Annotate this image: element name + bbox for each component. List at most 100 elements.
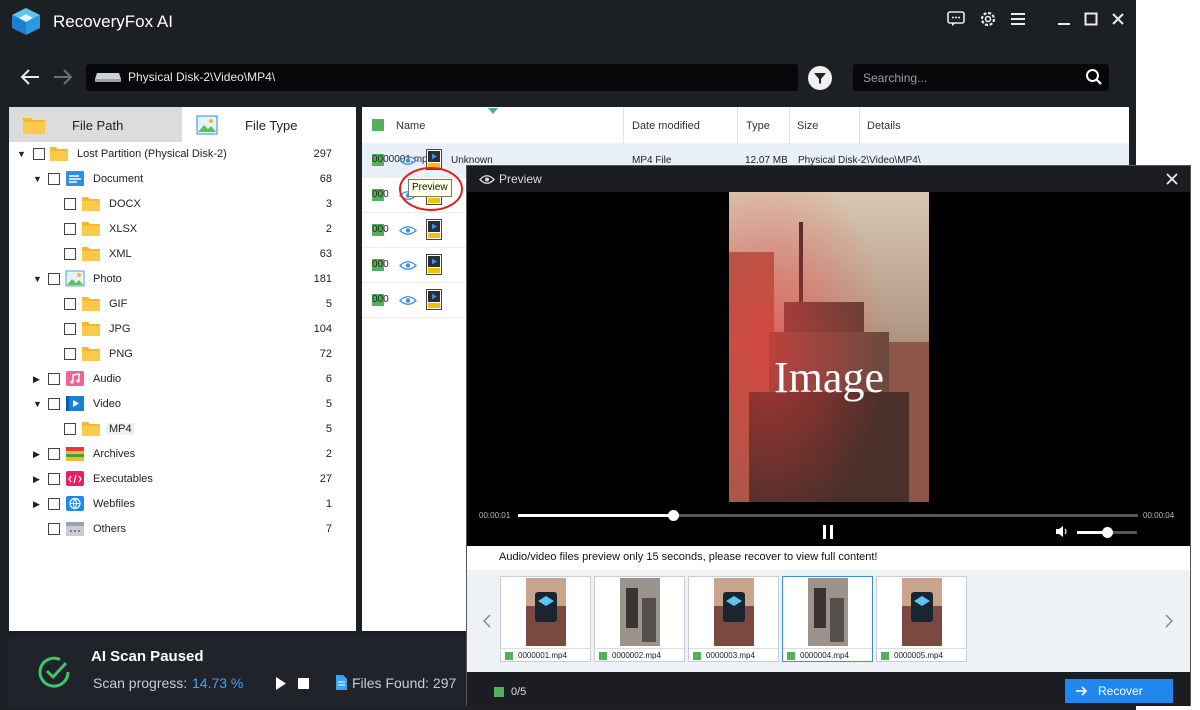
tree-item-checkbox[interactable]	[48, 398, 60, 410]
forward-arrow-icon[interactable]	[52, 67, 74, 87]
path-bar[interactable]: Physical Disk-2\Video\MP4\	[86, 64, 798, 91]
volume-icon[interactable]	[1055, 525, 1069, 538]
expand-arrow-icon[interactable]: ▶	[33, 499, 40, 509]
video-progress-track[interactable]	[518, 510, 1138, 521]
select-all-checkbox[interactable]	[494, 687, 504, 697]
files-found-icon	[336, 675, 347, 690]
tab-file-type[interactable]: File Type	[182, 107, 356, 142]
tree-item-checkbox[interactable]	[48, 373, 60, 385]
tree-item[interactable]: ▶ Executables 27	[9, 467, 356, 492]
chevron-left-icon[interactable]	[483, 614, 491, 628]
back-arrow-icon[interactable]	[19, 67, 41, 87]
tree-item[interactable]: ▼ Video 5	[9, 392, 356, 417]
selected-count: 0/5	[511, 686, 527, 698]
select-all-checkbox[interactable]	[372, 119, 384, 131]
video-frame[interactable]: Image	[729, 192, 929, 502]
preview-eye-icon[interactable]	[399, 295, 417, 306]
close-preview-icon[interactable]	[1166, 173, 1178, 185]
preview-eye-icon[interactable]	[399, 155, 417, 166]
tree-item-checkbox[interactable]	[48, 273, 60, 285]
collapse-arrow-icon[interactable]: ▼	[33, 174, 42, 184]
maximize-icon[interactable]	[1079, 8, 1103, 30]
settings-icon[interactable]	[976, 8, 1000, 30]
tree-item-label: MP4	[106, 423, 135, 435]
video-thumbnail[interactable]: 0000005.mp4	[876, 576, 967, 662]
video-progress-handle[interactable]	[668, 510, 679, 521]
search-box[interactable]	[853, 64, 1109, 91]
close-icon[interactable]	[1106, 8, 1130, 30]
tree-item-count: 5	[325, 298, 332, 310]
tree-item[interactable]: ▼ Lost Partition (Physical Disk-2) 297	[9, 142, 356, 167]
video-thumbnail[interactable]: 0000004.mp4	[782, 576, 873, 662]
tree-item-checkbox[interactable]	[64, 323, 76, 335]
video-thumbnail[interactable]: 0000003.mp4	[688, 576, 779, 662]
tree-item[interactable]: ▶ Archives 2	[9, 442, 356, 467]
tree-item[interactable]: MP4 5	[9, 417, 356, 442]
thumbnail-checkbox[interactable]	[693, 652, 701, 660]
file-row-checkbox[interactable]: 0000001.mp4	[372, 154, 433, 166]
preview-eye-icon[interactable]	[399, 260, 417, 271]
chevron-right-icon[interactable]	[1165, 614, 1173, 628]
volume-track[interactable]	[1077, 527, 1137, 538]
tree-item-checkbox[interactable]	[64, 198, 76, 210]
preview-eye-icon[interactable]	[399, 225, 417, 236]
file-row-checkbox[interactable]: 000	[372, 259, 389, 271]
scan-status-title: AI Scan Paused	[91, 648, 204, 665]
tree-item-checkbox[interactable]	[64, 298, 76, 310]
tree-item[interactable]: Others 7	[9, 517, 356, 542]
thumbnail-checkbox[interactable]	[505, 652, 513, 660]
feedback-icon[interactable]	[944, 8, 968, 30]
collapse-arrow-icon[interactable]: ▼	[33, 399, 42, 409]
video-thumbnail[interactable]: 0000002.mp4	[594, 576, 685, 662]
tree-item-checkbox[interactable]	[64, 223, 76, 235]
column-size[interactable]: Size	[790, 107, 860, 143]
volume-handle[interactable]	[1102, 527, 1113, 538]
expand-arrow-icon[interactable]: ▶	[33, 374, 40, 384]
expand-arrow-icon[interactable]: ▶	[33, 474, 40, 484]
expand-arrow-icon[interactable]: ▶	[33, 449, 40, 459]
stop-icon[interactable]	[298, 678, 309, 689]
tree-item[interactable]: ▶ Webfiles 1	[9, 492, 356, 517]
pause-icon[interactable]	[822, 525, 834, 539]
thumbnail-checkbox[interactable]	[881, 652, 889, 660]
recover-button[interactable]: Recover	[1065, 679, 1173, 703]
tree-item[interactable]: PNG 72	[9, 342, 356, 367]
collapse-arrow-icon[interactable]: ▼	[17, 149, 26, 159]
tree-item-checkbox[interactable]	[64, 348, 76, 360]
tree-item[interactable]: GIF 5	[9, 292, 356, 317]
tree-item[interactable]: JPG 104	[9, 317, 356, 342]
tree-item-count: 2	[325, 223, 332, 235]
thumbnail-checkbox[interactable]	[599, 652, 607, 660]
tree-item[interactable]: DOCX 3	[9, 192, 356, 217]
tree-item-checkbox[interactable]	[48, 523, 60, 535]
tree-item[interactable]: ▶ Audio 6	[9, 367, 356, 392]
thumbnail-checkbox[interactable]	[787, 652, 795, 660]
tree-item-checkbox[interactable]	[48, 498, 60, 510]
tree-item-checkbox[interactable]	[48, 473, 60, 485]
tab-file-path[interactable]: File Path	[9, 107, 182, 142]
tree-item[interactable]: ▼ Photo 181	[9, 267, 356, 292]
tree-item-checkbox[interactable]	[64, 248, 76, 260]
file-row-checkbox[interactable]: 000	[372, 294, 389, 306]
tree-item-checkbox[interactable]	[33, 148, 45, 160]
column-type[interactable]: Type	[738, 107, 790, 143]
file-row-checkbox[interactable]: 000	[372, 224, 389, 236]
search-input[interactable]	[853, 64, 1073, 91]
tree-item[interactable]: XML 63	[9, 242, 356, 267]
tree-item-checkbox[interactable]	[48, 173, 60, 185]
tree-item[interactable]: XLSX 2	[9, 217, 356, 242]
column-date-modified[interactable]: Date modified	[624, 107, 738, 143]
minimize-icon[interactable]	[1052, 8, 1076, 30]
video-thumbnail[interactable]: 0000001.mp4	[500, 576, 591, 662]
resume-icon[interactable]	[275, 677, 287, 690]
tree-item[interactable]: ▼ Document 68	[9, 167, 356, 192]
search-icon[interactable]	[1085, 68, 1103, 86]
collapse-arrow-icon[interactable]: ▼	[33, 274, 42, 284]
tree-item-checkbox[interactable]	[64, 423, 76, 435]
filter-button[interactable]	[808, 66, 832, 90]
file-row-checkbox[interactable]: 000	[372, 189, 389, 201]
menu-icon[interactable]	[1006, 8, 1030, 30]
tree-item-checkbox[interactable]	[48, 448, 60, 460]
column-name[interactable]: Name	[362, 107, 624, 143]
column-details[interactable]: Details	[860, 107, 1129, 143]
